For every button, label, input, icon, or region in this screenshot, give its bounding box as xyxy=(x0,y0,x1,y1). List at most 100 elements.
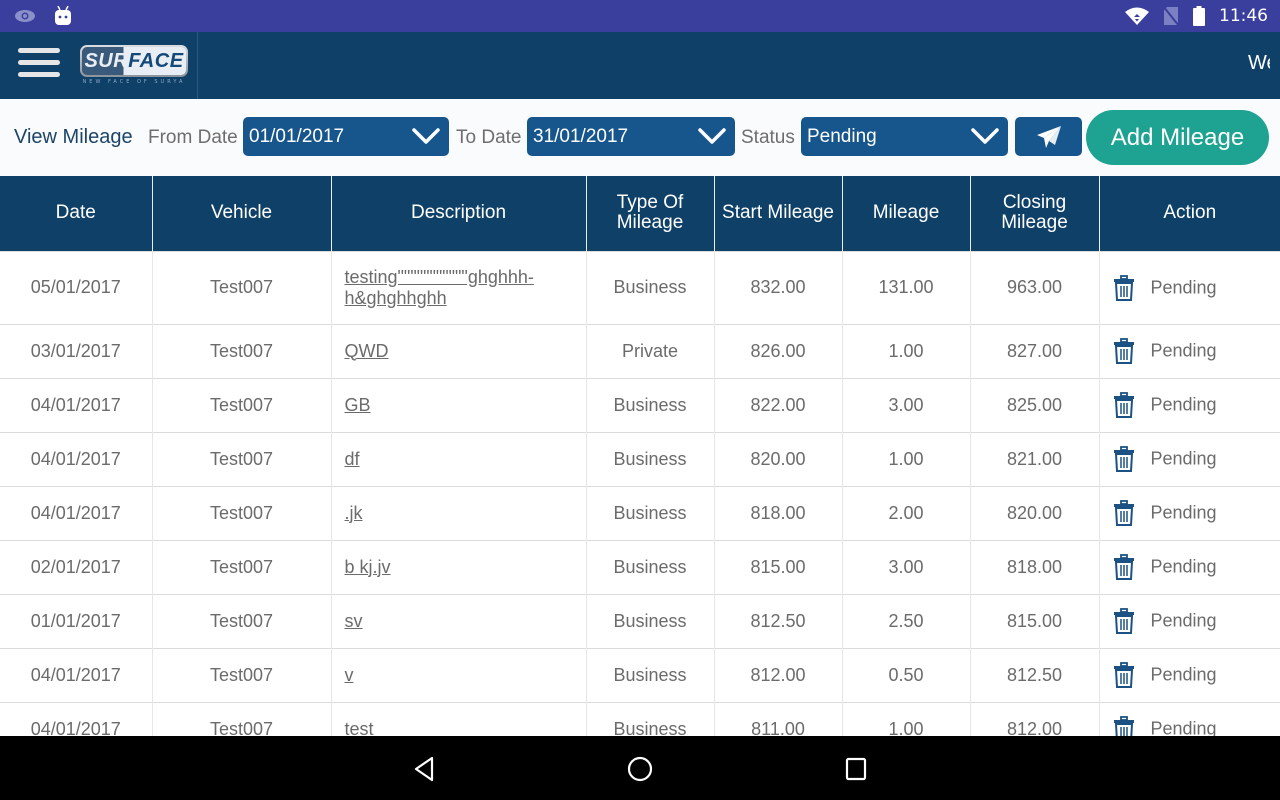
column-header-date[interactable]: Date xyxy=(0,176,152,251)
recents-icon[interactable] xyxy=(841,754,871,784)
hamburger-menu-button[interactable] xyxy=(18,48,62,82)
row-status: Pending xyxy=(1150,277,1217,297)
cell-vehicle: Test007 xyxy=(151,647,331,702)
logo-wordmark: SUR FACE xyxy=(82,47,186,75)
cell-closing-mileage: 815.00 xyxy=(969,593,1099,648)
cell-type: Business xyxy=(585,377,714,432)
cell-description: df xyxy=(330,431,586,486)
cell-mileage: 0.50 xyxy=(841,647,970,702)
trash-icon[interactable] xyxy=(1113,554,1135,580)
column-header-start-mileage[interactable]: Start Mileage xyxy=(713,176,842,251)
cell-date: 04/01/2017 xyxy=(0,647,152,702)
trash-icon[interactable] xyxy=(1113,500,1135,526)
cell-date: 04/01/2017 xyxy=(0,377,152,432)
logo-text-part2: FACE xyxy=(128,49,184,72)
row-status: Pending xyxy=(1150,556,1217,577)
cell-date: 04/01/2017 xyxy=(0,701,152,736)
cell-closing-mileage: 820.00 xyxy=(969,485,1099,540)
cell-mileage: 2.00 xyxy=(841,485,970,540)
description-link[interactable]: test xyxy=(345,719,374,736)
table-row: 01/01/2017 Test007 sv Business 812.50 2.… xyxy=(0,593,1280,648)
home-icon[interactable] xyxy=(625,754,655,784)
table-row: 04/01/2017 Test007 v Business 812.00 0.5… xyxy=(0,647,1280,702)
cell-start-mileage: 815.00 xyxy=(713,539,842,594)
cell-date: 03/01/2017 xyxy=(0,323,152,378)
cell-type: Business xyxy=(585,593,714,648)
cell-vehicle: Test007 xyxy=(151,250,331,324)
trash-icon[interactable] xyxy=(1113,338,1135,364)
cell-mileage: 1.00 xyxy=(841,701,970,736)
description-link[interactable]: sv xyxy=(345,611,363,631)
cell-start-mileage: 826.00 xyxy=(713,323,842,378)
row-status: Pending xyxy=(1150,394,1217,415)
column-header-mileage[interactable]: Mileage xyxy=(841,176,970,251)
description-link[interactable]: .jk xyxy=(345,503,363,523)
submit-filter-button[interactable] xyxy=(1015,117,1082,156)
from-date-select[interactable]: 01/01/2017 xyxy=(243,117,449,156)
eye-icon xyxy=(15,10,35,22)
cell-date: 02/01/2017 xyxy=(0,539,152,594)
cell-vehicle: Test007 xyxy=(151,323,331,378)
row-status: Pending xyxy=(1150,718,1217,736)
cell-action: Pending xyxy=(1098,485,1280,540)
table-row: 04/01/2017 Test007 .jk Business 818.00 2… xyxy=(0,485,1280,540)
column-header-action: Action xyxy=(1098,176,1280,251)
from-date-value: 01/01/2017 xyxy=(249,126,345,147)
cell-mileage: 1.00 xyxy=(841,323,970,378)
cell-start-mileage: 811.00 xyxy=(713,701,842,736)
add-mileage-button[interactable]: Add Mileage xyxy=(1086,110,1269,165)
cell-date: 01/01/2017 xyxy=(0,593,152,648)
cell-action: Pending xyxy=(1098,250,1280,324)
cell-mileage: 3.00 xyxy=(841,539,970,594)
description-link[interactable]: b kj.jv xyxy=(345,557,391,577)
menu-icon-bar xyxy=(18,72,60,77)
table-row: 05/01/2017 Test007 testing"""""""""""ghg… xyxy=(0,250,1280,324)
cell-date: 04/01/2017 xyxy=(0,485,152,540)
description-link[interactable]: v xyxy=(345,665,354,685)
row-status: Pending xyxy=(1150,448,1217,469)
description-link[interactable]: df xyxy=(345,449,360,469)
column-header-vehicle[interactable]: Vehicle xyxy=(151,176,331,251)
description-link[interactable]: GB xyxy=(345,395,371,415)
to-date-select[interactable]: 31/01/2017 xyxy=(527,117,735,156)
android-icon xyxy=(55,6,71,25)
cell-action: Pending xyxy=(1098,593,1280,648)
trash-icon[interactable] xyxy=(1113,392,1135,418)
trash-icon[interactable] xyxy=(1113,662,1135,688)
trash-icon[interactable] xyxy=(1113,608,1135,634)
mileage-table: Date Vehicle Description Type Of Mileage… xyxy=(0,176,1280,736)
description-link[interactable]: testing"""""""""""ghghhh-h&ghghhghh xyxy=(345,267,534,308)
cell-date: 05/01/2017 xyxy=(0,250,152,324)
header-divider xyxy=(197,32,198,99)
menu-icon xyxy=(18,48,60,53)
trash-icon[interactable] xyxy=(1113,274,1135,301)
status-value: Pending xyxy=(807,126,877,147)
cell-type: Business xyxy=(585,250,714,324)
trash-icon[interactable] xyxy=(1113,446,1135,472)
cell-action: Pending xyxy=(1098,323,1280,378)
trash-icon[interactable] xyxy=(1113,716,1135,736)
column-header-closing-mileage[interactable]: Closing Mileage xyxy=(969,176,1099,251)
android-nav-bar xyxy=(0,736,1280,800)
cell-vehicle: Test007 xyxy=(151,701,331,736)
status-select[interactable]: Pending xyxy=(801,117,1008,156)
description-link[interactable]: QWD xyxy=(345,341,389,361)
battery-icon xyxy=(1193,6,1205,26)
cell-action: Pending xyxy=(1098,377,1280,432)
back-icon[interactable] xyxy=(410,754,440,784)
logo-badge: SUR FACE xyxy=(80,45,188,77)
table-row: 04/01/2017 Test007 GB Business 822.00 3.… xyxy=(0,377,1280,432)
row-status: Pending xyxy=(1150,340,1217,361)
no-sim-icon xyxy=(1163,6,1179,26)
column-header-description[interactable]: Description xyxy=(330,176,586,251)
cell-vehicle: Test007 xyxy=(151,377,331,432)
column-header-type-of-mileage[interactable]: Type Of Mileage xyxy=(585,176,714,251)
cell-mileage: 2.50 xyxy=(841,593,970,648)
cell-type: Business xyxy=(585,485,714,540)
cell-action: Pending xyxy=(1098,647,1280,702)
cell-description: test xyxy=(330,701,586,736)
app-header: SURFACE NEW FACE OF SURYA We xyxy=(0,32,1280,99)
cell-mileage: 131.00 xyxy=(841,250,970,324)
cell-description: b kj.jv xyxy=(330,539,586,594)
table-row: 04/01/2017 Test007 df Business 820.00 1.… xyxy=(0,431,1280,486)
